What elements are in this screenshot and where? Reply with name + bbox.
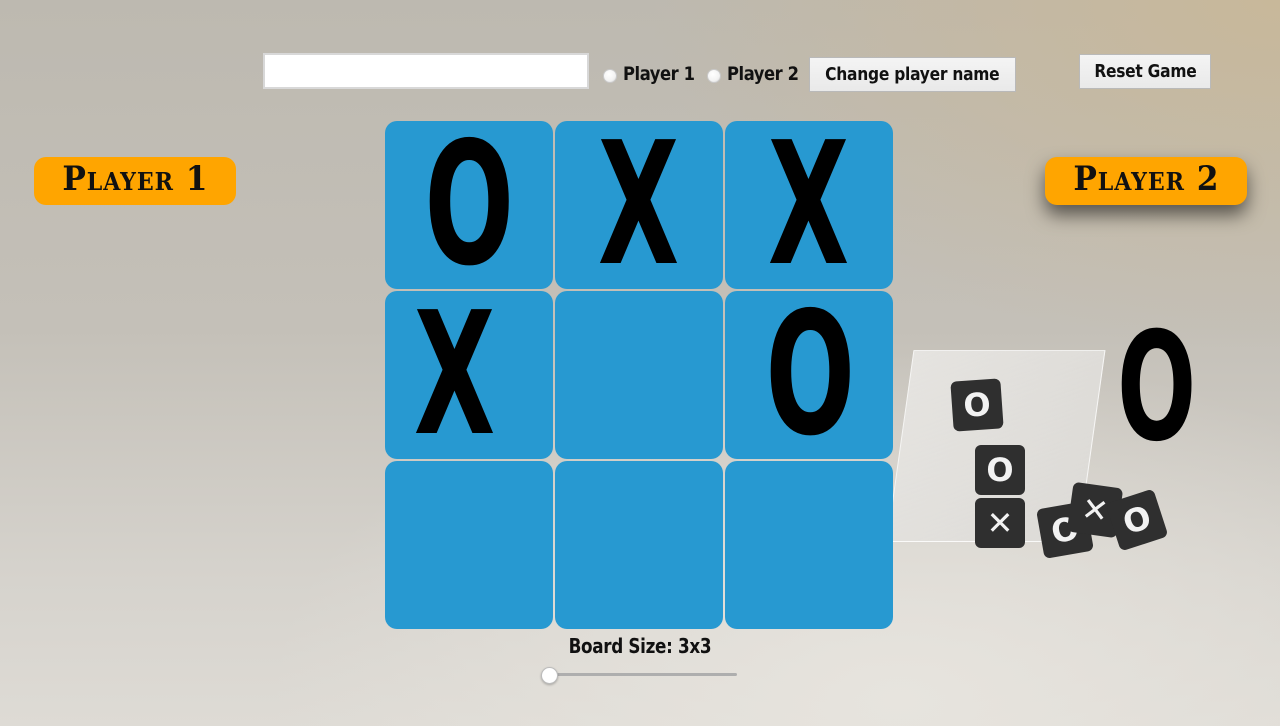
radio-player-1[interactable]: Player 1 <box>603 58 706 90</box>
change-player-name-label: Change player name <box>825 64 1000 85</box>
slider-track[interactable] <box>545 673 737 676</box>
radio-player-2[interactable]: Player 2 <box>707 58 810 90</box>
board-size-text: Board Size: 3x3 <box>568 634 712 658</box>
radio-label-player-1: Player 1 <box>623 63 695 85</box>
board-size-slider[interactable] <box>541 667 737 684</box>
x-mark: X <box>413 291 496 459</box>
player-2-name: Player 2 <box>1072 159 1220 199</box>
game-board: OXXXO <box>385 121 895 631</box>
board-cell-0-0[interactable]: O <box>385 121 553 289</box>
board-cell-1-0[interactable]: X <box>385 291 553 459</box>
current-turn-marker: O <box>1117 301 1197 475</box>
die-decoration: ✕ <box>975 498 1025 548</box>
slider-thumb[interactable] <box>541 667 558 684</box>
player-2-badge: Player 2 <box>1045 157 1247 205</box>
radio-button-player-2[interactable] <box>707 69 721 83</box>
board-cell-1-2[interactable]: O <box>725 291 893 459</box>
x-mark: X <box>768 121 850 289</box>
board-size-label: Board Size: 3x3 <box>540 634 740 658</box>
player-1-badge: Player 1 <box>34 157 236 205</box>
x-mark: X <box>598 121 680 289</box>
board-cell-1-1[interactable] <box>555 291 723 459</box>
radio-label-player-2: Player 2 <box>727 63 799 85</box>
o-mark: O <box>765 291 856 459</box>
die-decoration: O <box>950 378 1004 432</box>
board-cell-2-1[interactable] <box>555 461 723 629</box>
die-decoration: O <box>975 445 1025 495</box>
o-mark: O <box>424 121 514 289</box>
reset-game-button[interactable]: Reset Game <box>1079 54 1211 89</box>
board-cell-0-1[interactable]: X <box>555 121 723 289</box>
board-cell-2-0[interactable] <box>385 461 553 629</box>
board-cell-0-2[interactable]: X <box>725 121 893 289</box>
reset-game-label: Reset Game <box>1093 61 1197 82</box>
radio-button-player-1[interactable] <box>603 69 617 83</box>
change-player-name-button[interactable]: Change player name <box>809 57 1016 92</box>
player-1-name: Player 1 <box>61 159 209 199</box>
player-name-input[interactable] <box>263 53 589 89</box>
board-cell-2-2[interactable] <box>725 461 893 629</box>
